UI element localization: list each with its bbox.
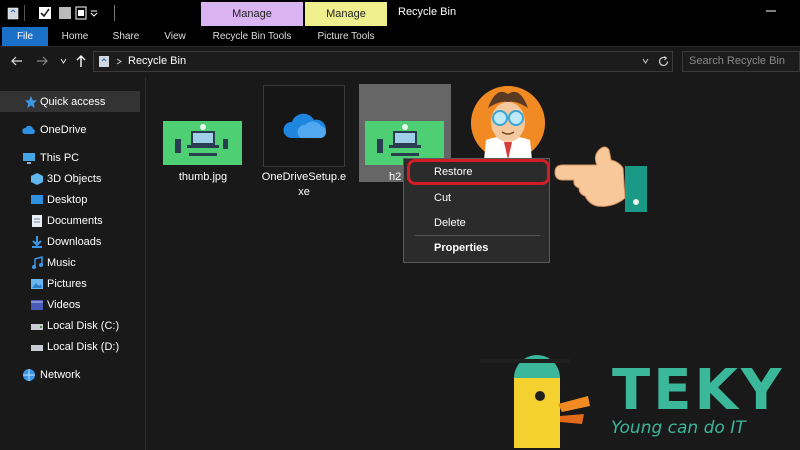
- tab-picture-tools[interactable]: Picture Tools: [305, 27, 387, 46]
- nav-music[interactable]: Music: [47, 257, 76, 269]
- new-folder-icon[interactable]: [58, 6, 72, 20]
- tab-recycle-bin-tools[interactable]: Recycle Bin Tools: [201, 27, 303, 46]
- window-title: Recycle Bin: [398, 6, 457, 18]
- teky-wordmark: TEKY: [612, 358, 785, 423]
- desktop-icon: [31, 195, 43, 204]
- nav-downloads[interactable]: Downloads: [47, 236, 101, 248]
- videos-icon: [31, 300, 43, 310]
- manage-recycle-tab[interactable]: Manage: [201, 2, 303, 26]
- tab-file[interactable]: File: [2, 27, 48, 46]
- onedrive-icon: [283, 113, 327, 139]
- file-label-onedrive: OneDriveSetup.e xe: [258, 170, 350, 200]
- tab-share[interactable]: Share: [104, 27, 148, 46]
- titlebar-divider: [24, 5, 25, 21]
- nav-local-disk-c[interactable]: Local Disk (C:): [47, 320, 119, 332]
- menu-item-cut[interactable]: Cut: [434, 192, 451, 204]
- tab-view[interactable]: View: [154, 27, 196, 46]
- search-placeholder: Search Recycle Bin: [689, 55, 785, 67]
- nav-videos[interactable]: Videos: [47, 299, 80, 311]
- file-label-h2: h2: [389, 171, 402, 183]
- back-arrow-icon[interactable]: [10, 54, 24, 68]
- download-icon: [32, 236, 42, 248]
- file-label-line1: OneDriveSetup.e: [261, 171, 347, 183]
- drive-icon: [31, 345, 43, 351]
- recycle-bin-icon: [7, 7, 19, 20]
- nav-local-disk-d[interactable]: Local Disk (D:): [47, 341, 119, 353]
- nav-desktop[interactable]: Desktop: [47, 194, 87, 206]
- minimize-icon[interactable]: [764, 4, 778, 18]
- cloud-icon: [22, 125, 35, 134]
- menu-item-properties[interactable]: Properties: [434, 242, 488, 254]
- pane-divider[interactable]: [145, 77, 146, 450]
- teky-mascot-logo: [480, 355, 590, 448]
- tab-home[interactable]: Home: [52, 27, 98, 46]
- nav-onedrive[interactable]: OneDrive: [40, 124, 86, 136]
- forward-arrow-icon[interactable]: [35, 54, 49, 68]
- documents-icon: [32, 215, 42, 227]
- recent-locations-icon[interactable]: [60, 58, 67, 64]
- nav-this-pc[interactable]: This PC: [40, 152, 79, 164]
- computer-icon: [23, 153, 35, 164]
- file-label-line2: xe: [298, 186, 310, 198]
- drive-icon: [31, 324, 43, 330]
- nav-documents[interactable]: Documents: [47, 215, 103, 227]
- properties-icon[interactable]: [38, 6, 52, 20]
- up-arrow-icon[interactable]: [74, 54, 88, 68]
- music-icon: [32, 256, 43, 269]
- titlebar-divider: [114, 5, 115, 21]
- nav-3d-objects[interactable]: 3D Objects: [47, 173, 101, 185]
- teky-tagline: Young can do IT: [611, 418, 746, 438]
- nav-quick-access[interactable]: Quick access: [40, 96, 105, 108]
- manage-picture-tab[interactable]: Manage: [305, 2, 387, 26]
- nav-pictures[interactable]: Pictures: [47, 278, 87, 290]
- qat-icon[interactable]: [75, 6, 89, 20]
- nav-network[interactable]: Network: [40, 369, 80, 381]
- breadcrumb-chevron-icon[interactable]: [116, 58, 122, 65]
- menu-separator: [415, 235, 540, 236]
- mascot-avatar: [471, 86, 545, 160]
- image-thumbnail-icon: [175, 124, 228, 156]
- menu-item-delete[interactable]: Delete: [434, 217, 466, 229]
- recycle-bin-icon: [99, 56, 109, 67]
- breadcrumb-recycle-bin[interactable]: Recycle Bin: [128, 55, 186, 67]
- file-onedrive-setup[interactable]: [263, 85, 345, 167]
- pointing-hand-icon: [554, 146, 647, 212]
- customize-qat-icon[interactable]: [90, 9, 98, 17]
- refresh-icon[interactable]: [657, 55, 670, 68]
- restore-highlight-ring: [407, 159, 550, 185]
- cube-icon: [31, 173, 43, 185]
- pictures-icon: [31, 279, 43, 289]
- address-dropdown-icon[interactable]: [642, 58, 649, 64]
- network-icon: [23, 369, 35, 381]
- file-label-thumb: thumb.jpg: [178, 171, 228, 183]
- star-icon: [25, 96, 37, 108]
- file-thumb-jpg[interactable]: [163, 121, 242, 165]
